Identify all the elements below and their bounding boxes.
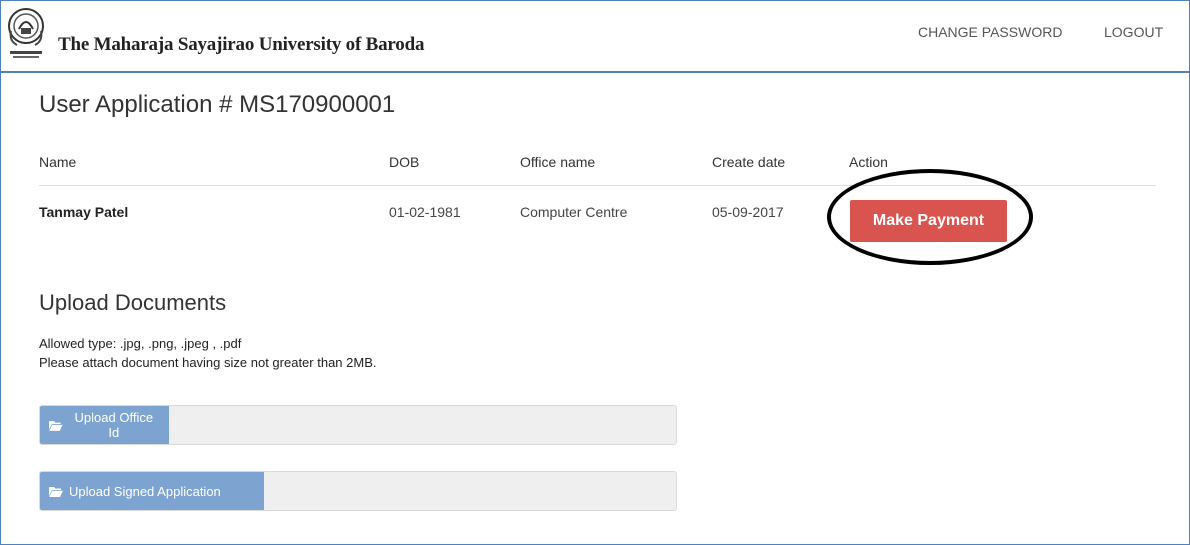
top-navbar: The Maharaja Sayajirao University of Bar… [1,1,1189,73]
column-header-name: Name [39,154,77,170]
office-id-file-field[interactable] [170,406,676,444]
column-header-office-name: Office name [520,154,596,170]
column-header-dob: DOB [389,154,420,170]
cell-dob: 01-02-1981 [389,204,461,220]
table-header-divider [39,185,1156,186]
app-window: The Maharaja Sayajirao University of Bar… [0,0,1190,545]
signed-application-file-field[interactable] [265,472,676,510]
folder-open-icon [49,420,63,431]
column-header-action: Action [849,154,888,170]
upload-signed-application-button[interactable]: Upload Signed Application [40,472,264,510]
make-payment-button[interactable]: Make Payment [850,200,1007,242]
size-limit-note: Please attach document having size not g… [39,355,377,370]
change-password-link[interactable]: CHANGE PASSWORD [918,24,1062,40]
upload-signed-application-group: Upload Signed Application [39,471,677,511]
upload-office-id-button[interactable]: Upload Office Id [40,406,169,444]
cell-name: Tanmay Patel [39,204,129,220]
column-header-create-date: Create date [712,154,786,170]
university-seal-logo [8,8,44,58]
upload-documents-title: Upload Documents [39,290,227,315]
cell-office-name: Computer Centre [520,204,628,220]
allowed-types-note: Allowed type: .jpg, .png, .jpeg , .pdf [39,336,242,351]
cell-create-date: 05-09-2017 [712,204,784,220]
page-title: User Application # MS170900001 [39,91,396,118]
folder-open-icon [49,486,63,497]
upload-signed-application-label: Upload Signed Application [69,483,221,499]
upload-office-id-group: Upload Office Id [39,405,677,445]
logout-link[interactable]: LOGOUT [1104,24,1163,40]
university-name: The Maharaja Sayajirao University of Bar… [58,34,425,55]
upload-office-id-label: Upload Office Id [74,410,154,440]
